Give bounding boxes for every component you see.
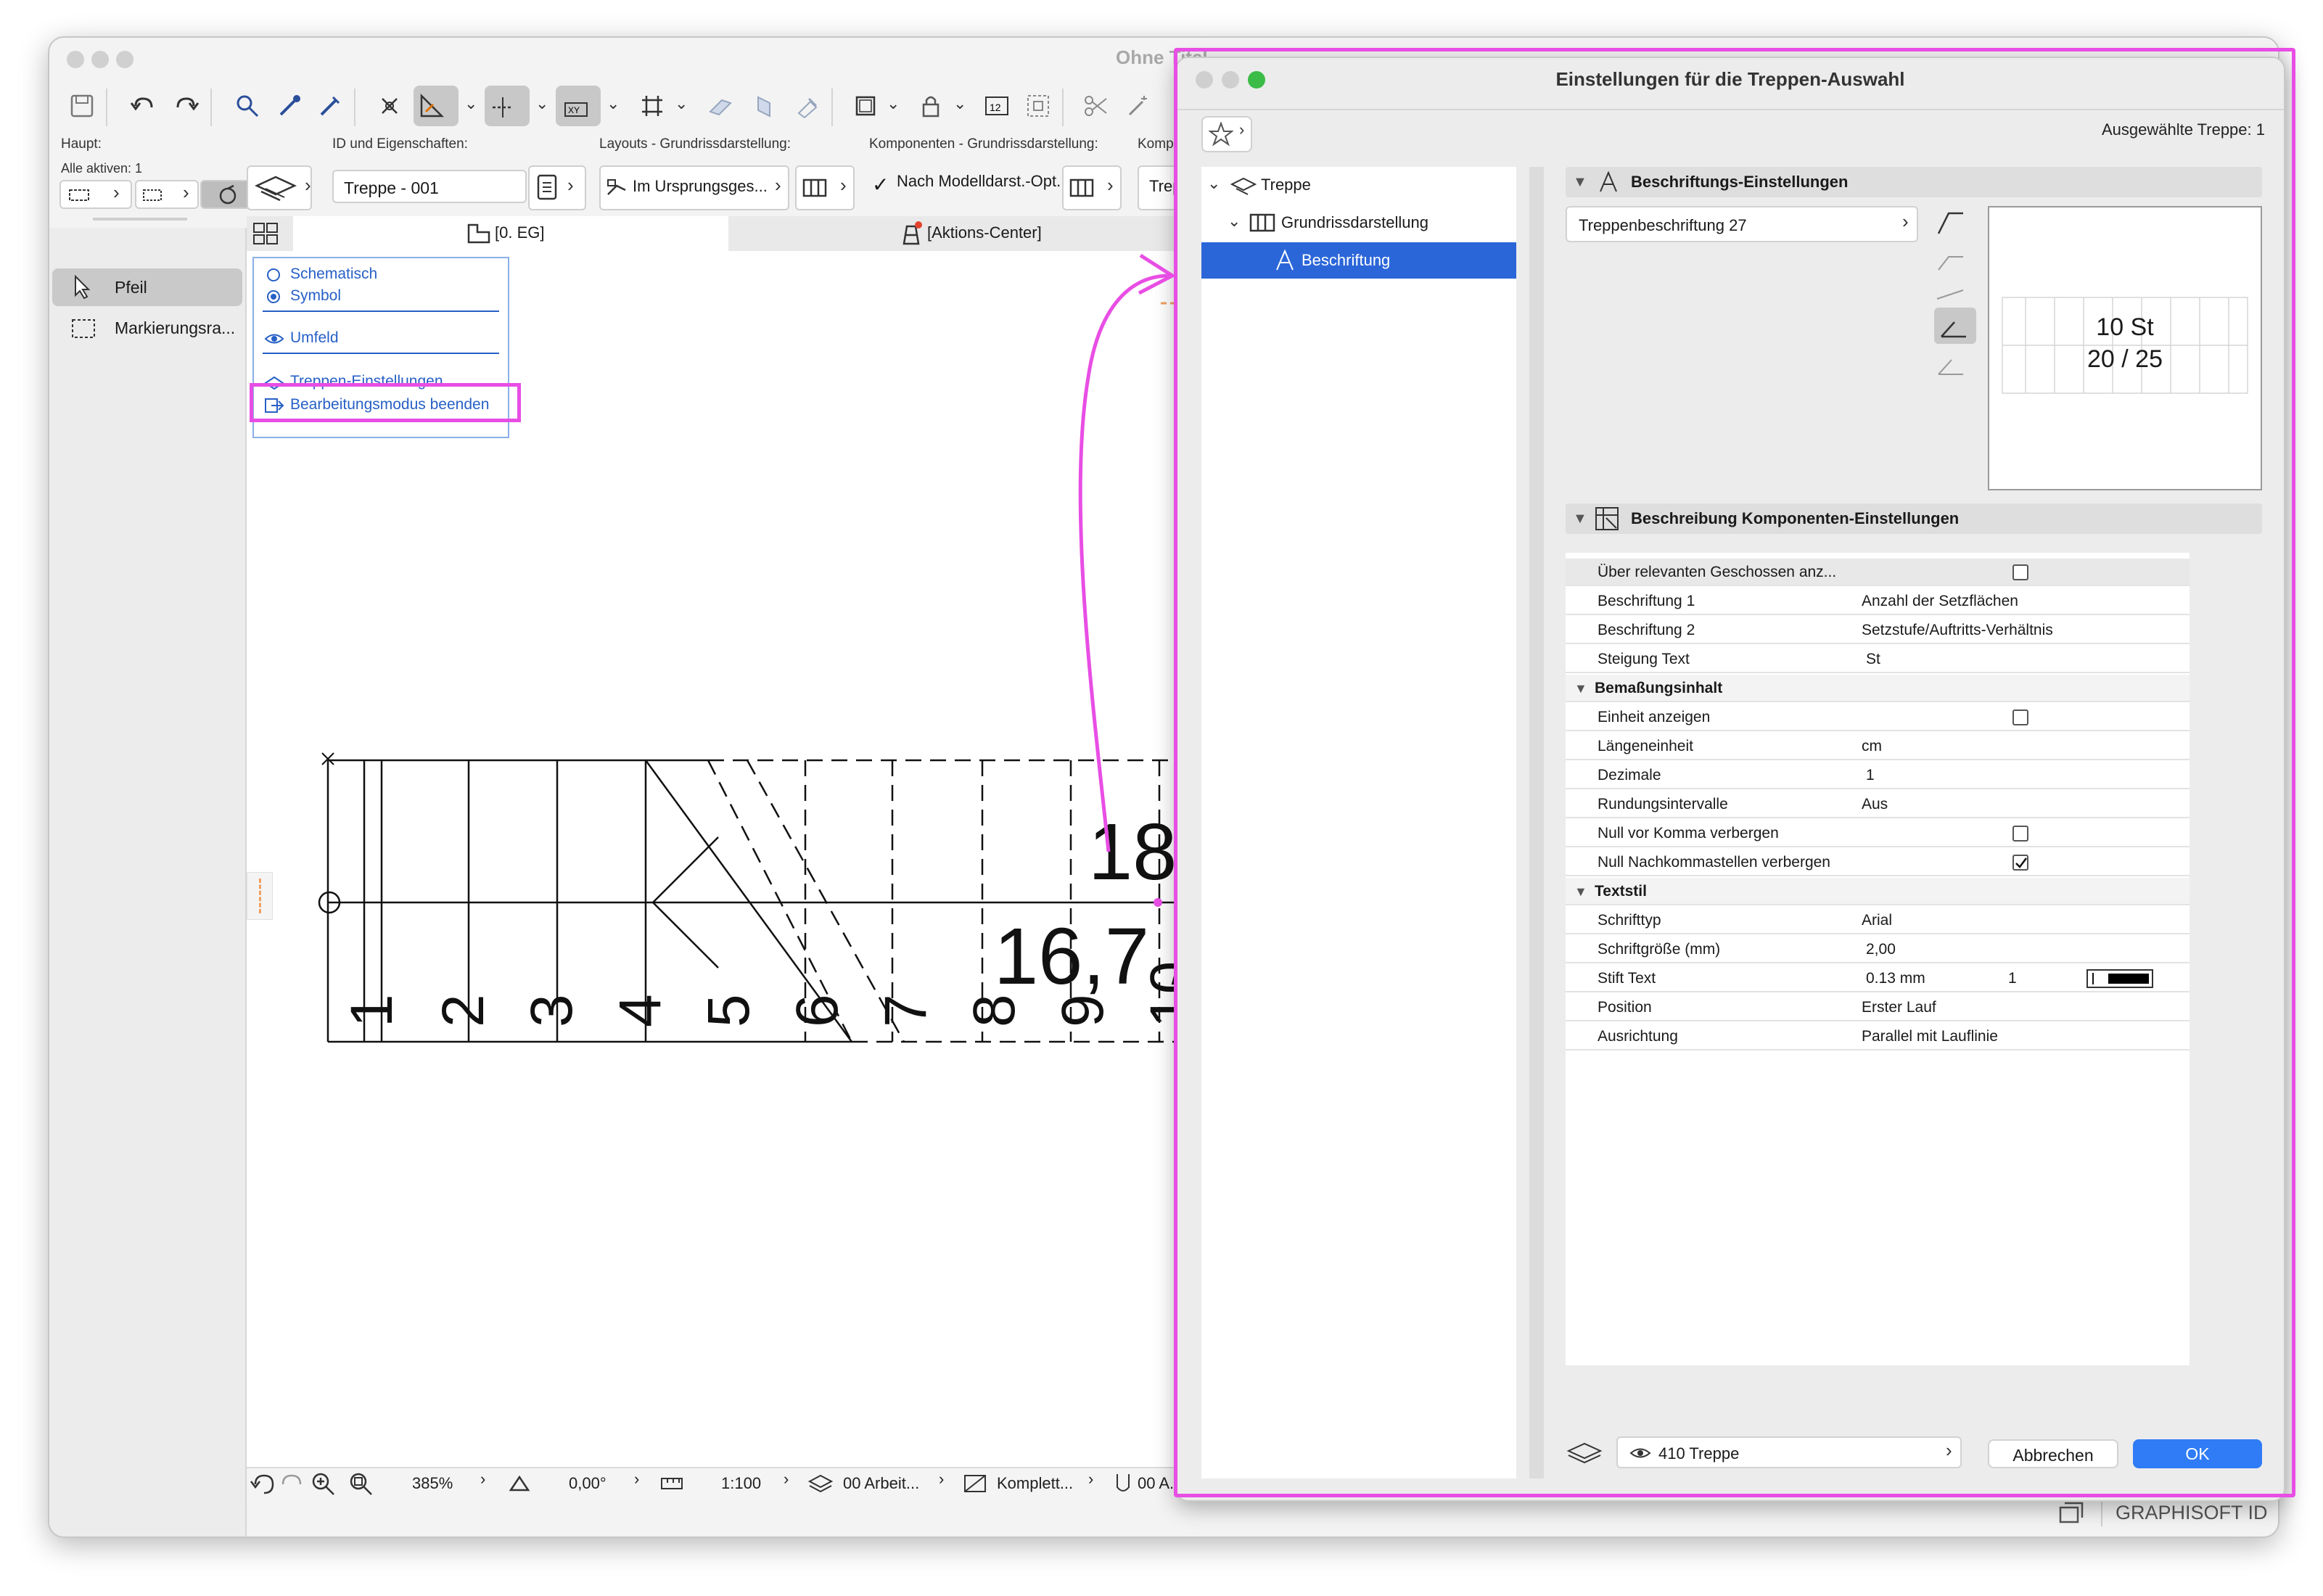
annotation-arrow	[1078, 253, 1176, 852]
